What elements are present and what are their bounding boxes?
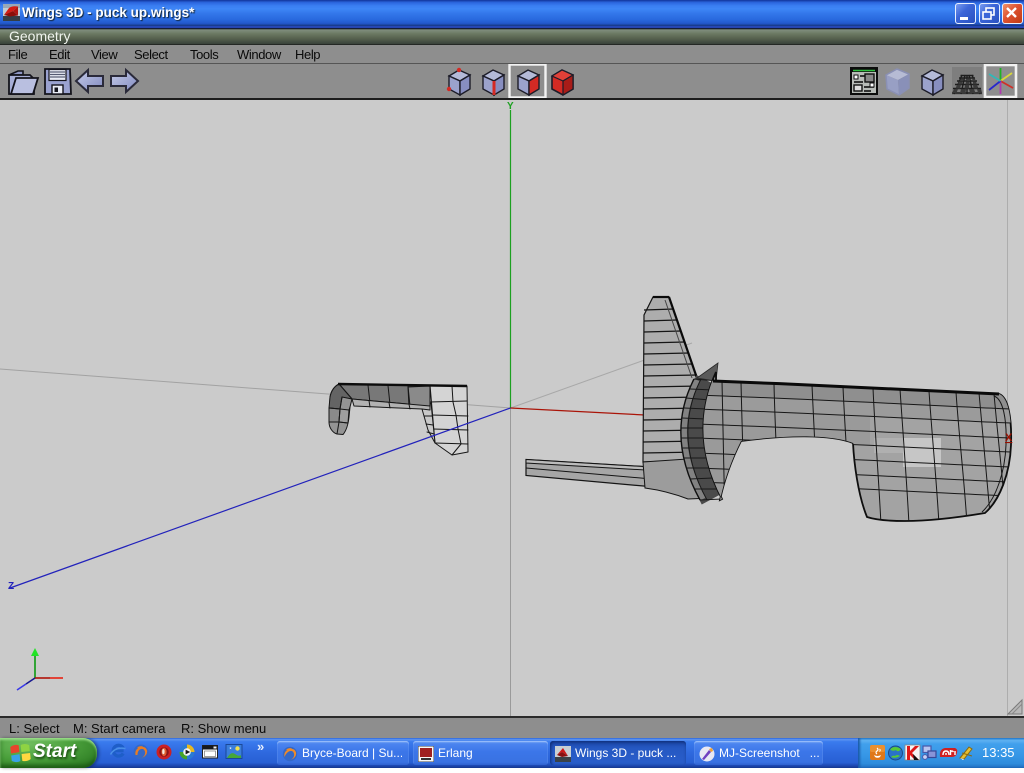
svg-text:Y: Y	[507, 101, 514, 112]
svg-text:X: X	[1005, 432, 1013, 444]
svg-text:»: »	[257, 739, 264, 754]
svg-text:Z: Z	[8, 581, 14, 592]
